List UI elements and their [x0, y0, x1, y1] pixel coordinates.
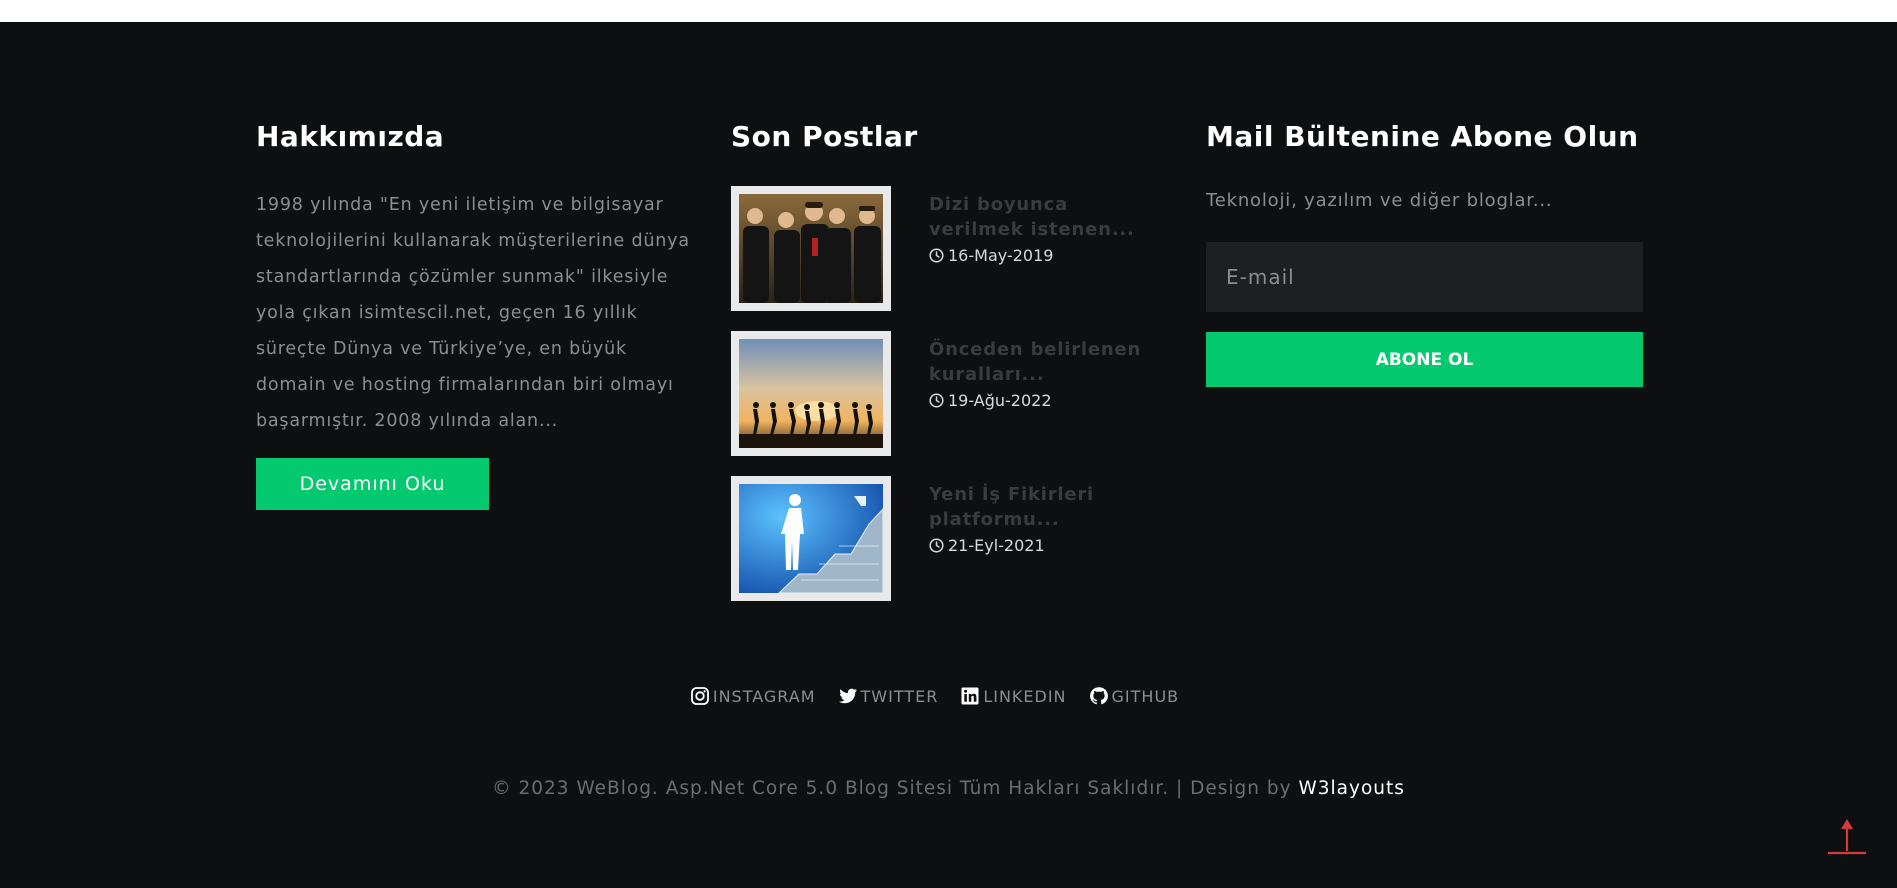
post-thumbnail[interactable]	[731, 476, 891, 601]
post-title[interactable]: Önceden belirlenen kuralları...	[929, 337, 1169, 387]
recent-posts-heading: Son Postlar	[731, 120, 918, 153]
clock-icon	[929, 393, 944, 408]
newsletter-text: Teknoloji, yazılım ve diğer bloglar...	[1206, 190, 1553, 211]
back-to-top-button[interactable]	[1826, 813, 1868, 857]
post-date-text: 16-May-2019	[948, 246, 1054, 265]
page-top-strip	[0, 0, 1897, 22]
post-item[interactable]: Yeni İş Fikirleri platformu... 21-Eyl-20…	[731, 476, 1171, 601]
post-thumbnail[interactable]	[731, 331, 891, 456]
post-date: 21-Eyl-2021	[929, 536, 1045, 555]
clock-icon	[929, 538, 944, 553]
subscribe-button[interactable]: ABONE OL	[1206, 332, 1643, 387]
social-link-label: TWITTER	[860, 686, 939, 706]
runners-sunset-image	[739, 339, 883, 448]
post-date-text: 19-Ağu-2022	[948, 391, 1052, 410]
post-date: 19-Ağu-2022	[929, 391, 1052, 410]
copyright: © 2023 WeBlog. Asp.Net Core 5.0 Blog Sit…	[0, 778, 1897, 799]
social-links: INSTAGRAM TWITTER LINKEDIN GITHUB	[0, 686, 1897, 706]
email-field[interactable]	[1206, 242, 1643, 312]
linkedin-icon	[961, 687, 979, 705]
site-footer: Hakkımızda 1998 yılında "En yeni iletişi…	[0, 22, 1897, 888]
post-item[interactable]: Önceden belirlenen kuralları... 19-Ağu-2…	[731, 331, 1171, 456]
post-date-text: 21-Eyl-2021	[948, 536, 1045, 555]
github-icon	[1089, 687, 1108, 705]
twitter-icon	[838, 688, 857, 704]
about-heading: Hakkımızda	[256, 120, 445, 153]
design-credit-link[interactable]: W3layouts	[1298, 778, 1404, 799]
copyright-text: © 2023 WeBlog. Asp.Net Core 5.0 Blog Sit…	[492, 777, 1299, 799]
clock-icon	[929, 248, 944, 263]
post-date: 16-May-2019	[929, 246, 1053, 265]
social-link-label: LINKEDIN	[983, 686, 1067, 706]
social-link-twitter[interactable]: TWITTER	[838, 686, 939, 706]
arrow-up-icon	[1828, 819, 1866, 855]
post-thumbnail[interactable]	[731, 186, 891, 311]
social-link-label: INSTAGRAM	[712, 686, 816, 706]
social-link-instagram[interactable]: INSTAGRAM	[690, 686, 816, 706]
about-text: 1998 yılında "En yeni iletişim ve bilgis…	[256, 195, 690, 431]
instagram-icon	[690, 687, 709, 705]
newsletter-heading: Mail Bültenine Abone Olun	[1206, 120, 1639, 153]
group-photo-image	[739, 194, 883, 303]
post-item[interactable]: Dizi boyunca verilmek istenen... 16-May-…	[731, 186, 1171, 311]
post-title[interactable]: Dizi boyunca verilmek istenen...	[929, 192, 1169, 242]
read-more-button[interactable]: Devamını Oku	[256, 458, 489, 510]
post-title[interactable]: Yeni İş Fikirleri platformu...	[929, 482, 1169, 532]
business-stairs-image	[739, 484, 883, 593]
social-link-label: GITHUB	[1111, 686, 1180, 706]
social-link-github[interactable]: GITHUB	[1089, 686, 1180, 706]
social-link-linkedin[interactable]: LINKEDIN	[960, 686, 1066, 706]
